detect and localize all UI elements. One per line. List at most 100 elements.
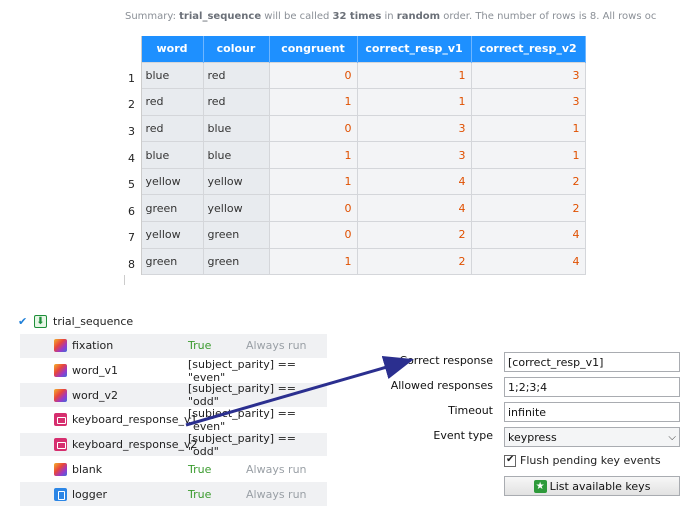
cell-correct-resp-v2[interactable]: 1 (470, 141, 586, 169)
cell-word[interactable]: yellow (140, 167, 204, 196)
sequence-header[interactable]: ✔ ⬇ trial_sequence (18, 312, 133, 330)
sketchpad-icon (54, 388, 67, 402)
cell-congruent[interactable]: 0 (268, 221, 358, 249)
correct-response-input[interactable] (504, 352, 680, 372)
checkmark-icon: ✔ (18, 314, 28, 328)
column-header[interactable]: correct_resp_v1 (357, 36, 472, 62)
flush-keys-label: Flush pending key events (520, 454, 661, 467)
sequence-item[interactable]: keyboard_response_v1 [subject_parity] == … (20, 407, 327, 433)
cell-colour[interactable]: red (202, 61, 270, 90)
cell-congruent[interactable]: 1 (268, 247, 358, 276)
table-row[interactable]: 8 green green 1 2 4 (124, 247, 586, 276)
cell-correct-resp-v1[interactable]: 3 (356, 141, 472, 169)
item-condition[interactable]: [subject_parity] == "odd" (188, 382, 327, 408)
summary-mid2: in (381, 11, 397, 22)
column-header[interactable]: colour (203, 36, 270, 62)
cell-correct-resp-v1[interactable]: 1 (356, 61, 472, 90)
event-type-select[interactable]: keypress ⌵ (504, 427, 680, 447)
sequence-item[interactable]: blank True Always run (20, 458, 327, 483)
sequence-item[interactable]: word_v2 [subject_parity] == "odd" (20, 382, 327, 408)
item-condition[interactable]: True (188, 463, 211, 476)
cell-colour[interactable]: blue (202, 114, 270, 143)
item-name: word_v1 (72, 364, 119, 378)
list-keys-label: List available keys (549, 479, 651, 493)
table-row[interactable]: 5 yellow yellow 1 4 2 (124, 167, 586, 196)
cell-word[interactable]: blue (140, 61, 204, 90)
list-available-keys-button[interactable]: ★ List available keys (504, 476, 680, 496)
flush-keys-checkbox[interactable] (504, 454, 516, 467)
item-run-status: Always run (246, 462, 307, 476)
cell-correct-resp-v1[interactable]: 4 (356, 167, 472, 196)
correct-response-label: Correct response (399, 354, 493, 367)
timeout-input[interactable] (504, 402, 680, 422)
summary-suffix: order. The number of rows is 8. All rows… (440, 11, 657, 22)
chevron-down-icon: ⌵ (668, 431, 676, 443)
sequence-item[interactable]: fixation True Always run (20, 334, 327, 359)
cell-correct-resp-v2[interactable]: 3 (470, 88, 586, 116)
item-condition[interactable]: True (188, 488, 211, 501)
cell-congruent[interactable]: 1 (268, 141, 358, 169)
event-type-value: keypress (508, 430, 557, 444)
cell-congruent[interactable]: 1 (268, 167, 358, 196)
row-number: 6 (124, 194, 142, 222)
cell-correct-resp-v1[interactable]: 2 (356, 221, 472, 249)
table-header-row: word colour congruent correct_resp_v1 co… (124, 36, 586, 62)
loop-table: word colour congruent correct_resp_v1 co… (124, 36, 586, 276)
cell-congruent[interactable]: 0 (268, 194, 358, 223)
cell-word[interactable]: yellow (140, 221, 204, 249)
cell-word[interactable]: red (140, 88, 204, 116)
flush-keys-checkbox-row[interactable]: Flush pending key events (504, 454, 661, 467)
cell-correct-resp-v1[interactable]: 1 (356, 88, 472, 116)
table-row[interactable]: 2 red red 1 1 3 (124, 88, 586, 116)
sequence-name: trial_sequence (53, 314, 134, 328)
item-condition[interactable]: [subject_parity] == "odd" (188, 432, 327, 458)
cell-colour[interactable]: green (202, 221, 270, 249)
cell-correct-resp-v1[interactable]: 4 (356, 194, 472, 223)
loop-summary: Summary: trial_sequence will be called 3… (125, 11, 694, 22)
cell-word[interactable]: green (140, 194, 204, 223)
item-run-status: Always run (246, 339, 307, 353)
cell-correct-resp-v2[interactable]: 2 (470, 194, 586, 223)
summary-item: trial_sequence (179, 11, 262, 22)
column-header[interactable]: word (141, 36, 204, 62)
cell-colour[interactable]: red (202, 88, 270, 116)
cell-word[interactable]: green (140, 247, 204, 276)
cell-correct-resp-v2[interactable]: 3 (470, 61, 586, 90)
cell-congruent[interactable]: 0 (268, 61, 358, 90)
summary-prefix: Summary: (125, 11, 180, 22)
cell-correct-resp-v2[interactable]: 2 (470, 167, 586, 196)
sequence-item[interactable]: word_v1 [subject_parity] == "even" (20, 358, 327, 384)
cell-congruent[interactable]: 0 (268, 114, 358, 143)
cell-colour[interactable]: yellow (202, 194, 270, 223)
cell-correct-resp-v1[interactable]: 3 (356, 114, 472, 143)
table-row[interactable]: 6 green yellow 0 4 2 (124, 194, 586, 223)
cell-correct-resp-v2[interactable]: 1 (470, 114, 586, 143)
allowed-responses-label: Allowed responses (390, 379, 493, 392)
sequence-item[interactable]: keyboard_response_v2 [subject_parity] == … (20, 432, 327, 458)
cell-congruent[interactable]: 1 (268, 88, 358, 116)
cell-correct-resp-v2[interactable]: 4 (470, 247, 586, 276)
table-row[interactable]: 7 yellow green 0 2 4 (124, 221, 586, 249)
table-row[interactable]: 1 blue red 0 1 3 (124, 61, 586, 90)
column-header[interactable]: congruent (269, 36, 358, 62)
star-icon: ★ (533, 479, 547, 493)
cell-correct-resp-v2[interactable]: 4 (470, 221, 586, 249)
cell-colour[interactable]: yellow (202, 167, 270, 196)
item-condition[interactable]: True (188, 339, 211, 352)
cell-colour[interactable]: green (202, 247, 270, 276)
item-condition[interactable]: [subject_parity] == "even" (188, 358, 327, 384)
cell-correct-resp-v1[interactable]: 2 (356, 247, 472, 276)
allowed-responses-input[interactable] (504, 377, 680, 397)
table-row[interactable]: 3 red blue 0 3 1 (124, 114, 586, 143)
row-number: 4 (124, 141, 142, 169)
cell-colour[interactable]: blue (202, 141, 270, 169)
column-header[interactable]: correct_resp_v2 (471, 36, 586, 62)
summary-order: random (396, 11, 441, 22)
cell-word[interactable]: red (140, 114, 204, 143)
summary-mid1: will be called (261, 11, 333, 22)
item-condition[interactable]: [subject_parity] == "even" (188, 407, 327, 433)
item-name: fixation (72, 339, 114, 353)
table-row[interactable]: 4 blue blue 1 3 1 (124, 141, 586, 169)
cell-word[interactable]: blue (140, 141, 204, 169)
sequence-item[interactable]: logger True Always run (20, 482, 327, 507)
